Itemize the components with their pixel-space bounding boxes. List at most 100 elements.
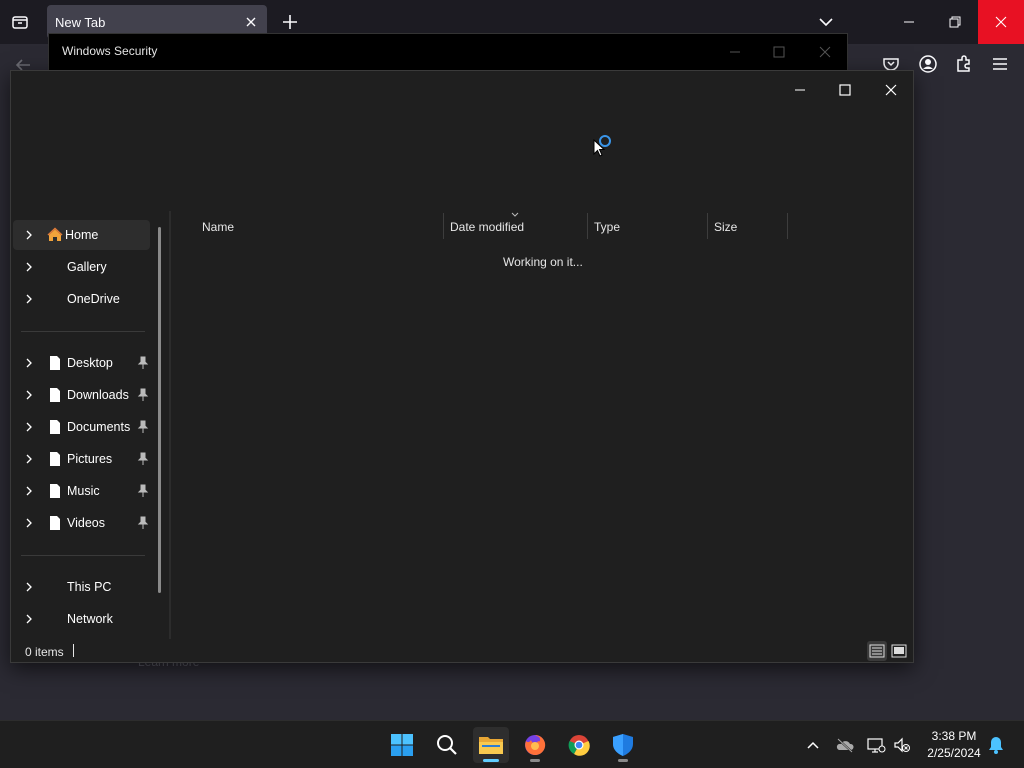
file-icon: [50, 516, 60, 530]
minimize-icon[interactable]: [788, 77, 812, 101]
new-tab-icon[interactable]: [280, 12, 300, 32]
nav-label: Desktop: [67, 356, 113, 370]
extensions-icon[interactable]: [954, 54, 974, 74]
running-indicator: [618, 759, 628, 762]
clock-time: 3:38 PM: [931, 729, 977, 743]
status-divider: [73, 644, 74, 657]
pin-icon: [137, 388, 149, 401]
chevron-right-icon[interactable]: [23, 357, 35, 369]
network-icon[interactable]: [866, 735, 886, 755]
firefox-icon[interactable]: [517, 727, 553, 763]
item-count: 0 items: [25, 645, 64, 659]
sort-arrow-icon: [511, 212, 519, 217]
account-icon[interactable]: [918, 54, 938, 74]
nav-label: Pictures: [67, 452, 113, 466]
chevron-down-icon[interactable]: [816, 12, 836, 32]
mouse-cursor-icon: [593, 138, 606, 162]
chevron-right-icon[interactable]: [23, 517, 35, 529]
chevron-right-icon[interactable]: [23, 389, 35, 401]
nav-item-home[interactable]: Home: [13, 220, 150, 250]
home-icon: [47, 227, 63, 241]
menu-icon[interactable]: [990, 54, 1010, 74]
nav-item-pictures[interactable]: Pictures: [13, 444, 150, 474]
nav-scrollbar[interactable]: [158, 227, 161, 593]
search-icon[interactable]: [429, 727, 465, 763]
column-separator[interactable]: [787, 213, 788, 239]
pin-icon: [137, 516, 149, 529]
maximize-icon[interactable]: [769, 42, 789, 62]
nav-item-network[interactable]: Network: [13, 604, 150, 634]
nav-item-gallery[interactable]: Gallery: [13, 252, 150, 282]
chevron-right-icon[interactable]: [23, 485, 35, 497]
chevron-right-icon[interactable]: [23, 613, 35, 625]
pin-icon: [137, 484, 149, 497]
start-icon[interactable]: [384, 727, 420, 763]
windows-security-icon[interactable]: [605, 727, 641, 763]
loading-message: Working on it...: [503, 255, 583, 269]
nav-label: Home: [65, 228, 99, 242]
large-icons-view-icon[interactable]: [889, 641, 909, 661]
chevron-right-icon[interactable]: [23, 229, 35, 241]
column-header-size[interactable]: Size: [708, 213, 788, 239]
nav-item-downloads[interactable]: Downloads: [13, 380, 150, 410]
nav-item-videos[interactable]: Videos: [13, 508, 150, 538]
close-icon[interactable]: [978, 0, 1024, 44]
nav-label: This PC: [67, 580, 112, 594]
chevron-up-icon[interactable]: [803, 735, 823, 755]
nav-item-desktop[interactable]: Desktop: [13, 348, 150, 378]
running-indicator: [530, 759, 540, 762]
navigation-pane: Home Gallery OneDrive Desktop Downloads …: [11, 211, 171, 636]
close-icon[interactable]: [879, 77, 903, 101]
column-header-name[interactable]: Name: [196, 213, 444, 239]
status-bar: 0 items: [11, 639, 913, 663]
nav-separator: [21, 331, 145, 332]
pin-icon: [137, 452, 149, 465]
clock[interactable]: 3:38 PM 2/25/2024: [918, 729, 990, 760]
nav-label: OneDrive: [67, 292, 120, 306]
chevron-right-icon[interactable]: [23, 293, 35, 305]
nav-item-documents[interactable]: Documents: [13, 412, 150, 442]
taskbar: 3:38 PM 2/25/2024: [0, 720, 1024, 768]
file-explorer-icon[interactable]: [473, 727, 509, 763]
window-title: Windows Security: [62, 44, 158, 58]
nav-item-this-pc[interactable]: This PC: [13, 572, 150, 602]
nav-item-music[interactable]: Music: [13, 476, 150, 506]
nav-item-onedrive[interactable]: OneDrive: [13, 284, 150, 314]
nav-label: Network: [67, 612, 113, 626]
nav-label: Music: [67, 484, 100, 498]
close-tab-icon[interactable]: [243, 14, 259, 30]
minimize-icon[interactable]: [725, 42, 745, 62]
chevron-right-icon[interactable]: [23, 453, 35, 465]
column-header-type[interactable]: Type: [588, 213, 708, 239]
tab-list-icon[interactable]: [8, 10, 32, 34]
windows-security-window: Windows Security: [48, 33, 848, 73]
notification-bell-icon[interactable]: [986, 735, 1006, 755]
details-view-icon[interactable]: [867, 641, 887, 661]
minimize-icon[interactable]: [886, 0, 932, 44]
pin-icon: [137, 356, 149, 369]
column-headers: Name Date modified Type Size: [171, 212, 914, 239]
file-icon: [50, 420, 60, 434]
chevron-right-icon[interactable]: [23, 421, 35, 433]
file-dialog: Home Gallery OneDrive Desktop Downloads …: [10, 70, 914, 663]
file-icon: [50, 388, 60, 402]
restore-icon[interactable]: [932, 0, 978, 44]
nav-label: Documents: [67, 420, 131, 434]
chevron-right-icon[interactable]: [23, 261, 35, 273]
volume-muted-icon[interactable]: [892, 735, 912, 755]
clock-date: 2/25/2024: [927, 746, 981, 760]
file-icon: [50, 452, 60, 466]
nav-label: Gallery: [67, 260, 107, 274]
maximize-icon[interactable]: [833, 77, 857, 101]
close-icon[interactable]: [815, 42, 835, 62]
nav-label: Videos: [67, 516, 105, 530]
file-icon: [50, 484, 60, 498]
active-indicator: [483, 759, 499, 762]
nav-separator: [21, 555, 145, 556]
nav-label: Downloads: [67, 388, 129, 402]
pane-divider[interactable]: [169, 211, 171, 639]
chrome-icon[interactable]: [561, 727, 597, 763]
chevron-right-icon[interactable]: [23, 581, 35, 593]
onedrive-offline-icon[interactable]: [835, 735, 855, 755]
pin-icon: [137, 420, 149, 433]
